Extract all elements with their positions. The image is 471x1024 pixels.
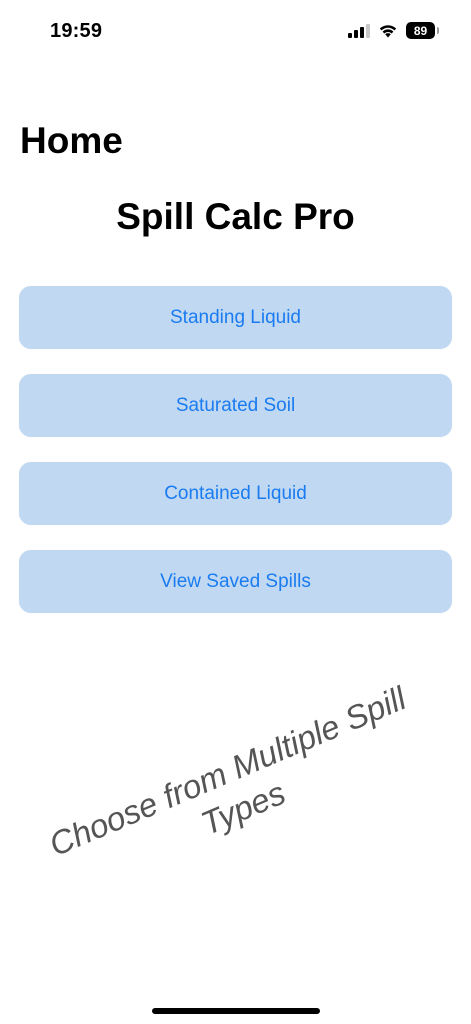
button-label: Contained Liquid — [164, 482, 307, 504]
page-title: Home — [20, 120, 123, 161]
standing-liquid-button[interactable]: Standing Liquid — [19, 286, 452, 349]
rotated-caption: Choose from Multiple Spill Types — [43, 679, 412, 864]
contained-liquid-button[interactable]: Contained Liquid — [19, 462, 452, 525]
button-label: Saturated Soil — [175, 394, 296, 416]
status-time: 19:59 — [50, 20, 103, 42]
status-icons: 89 — [348, 22, 439, 39]
button-label: View Saved Spills — [160, 570, 311, 592]
cellular-signal-icon — [348, 23, 370, 38]
battery-icon: 89 — [406, 22, 439, 39]
view-saved-spills-button[interactable]: View Saved Spills — [19, 550, 452, 613]
wifi-icon — [379, 25, 397, 38]
app-title: Spill Calc Pro — [116, 196, 355, 237]
spill-type-menu: Standing Liquid Saturated Soil Contained… — [19, 286, 452, 638]
status-bar: 19:59 89 — [0, 0, 471, 60]
battery-level: 89 — [413, 23, 428, 38]
saturated-soil-button[interactable]: Saturated Soil — [19, 374, 452, 437]
home-indicator[interactable] — [152, 1008, 320, 1014]
button-label: Standing Liquid — [170, 306, 301, 328]
